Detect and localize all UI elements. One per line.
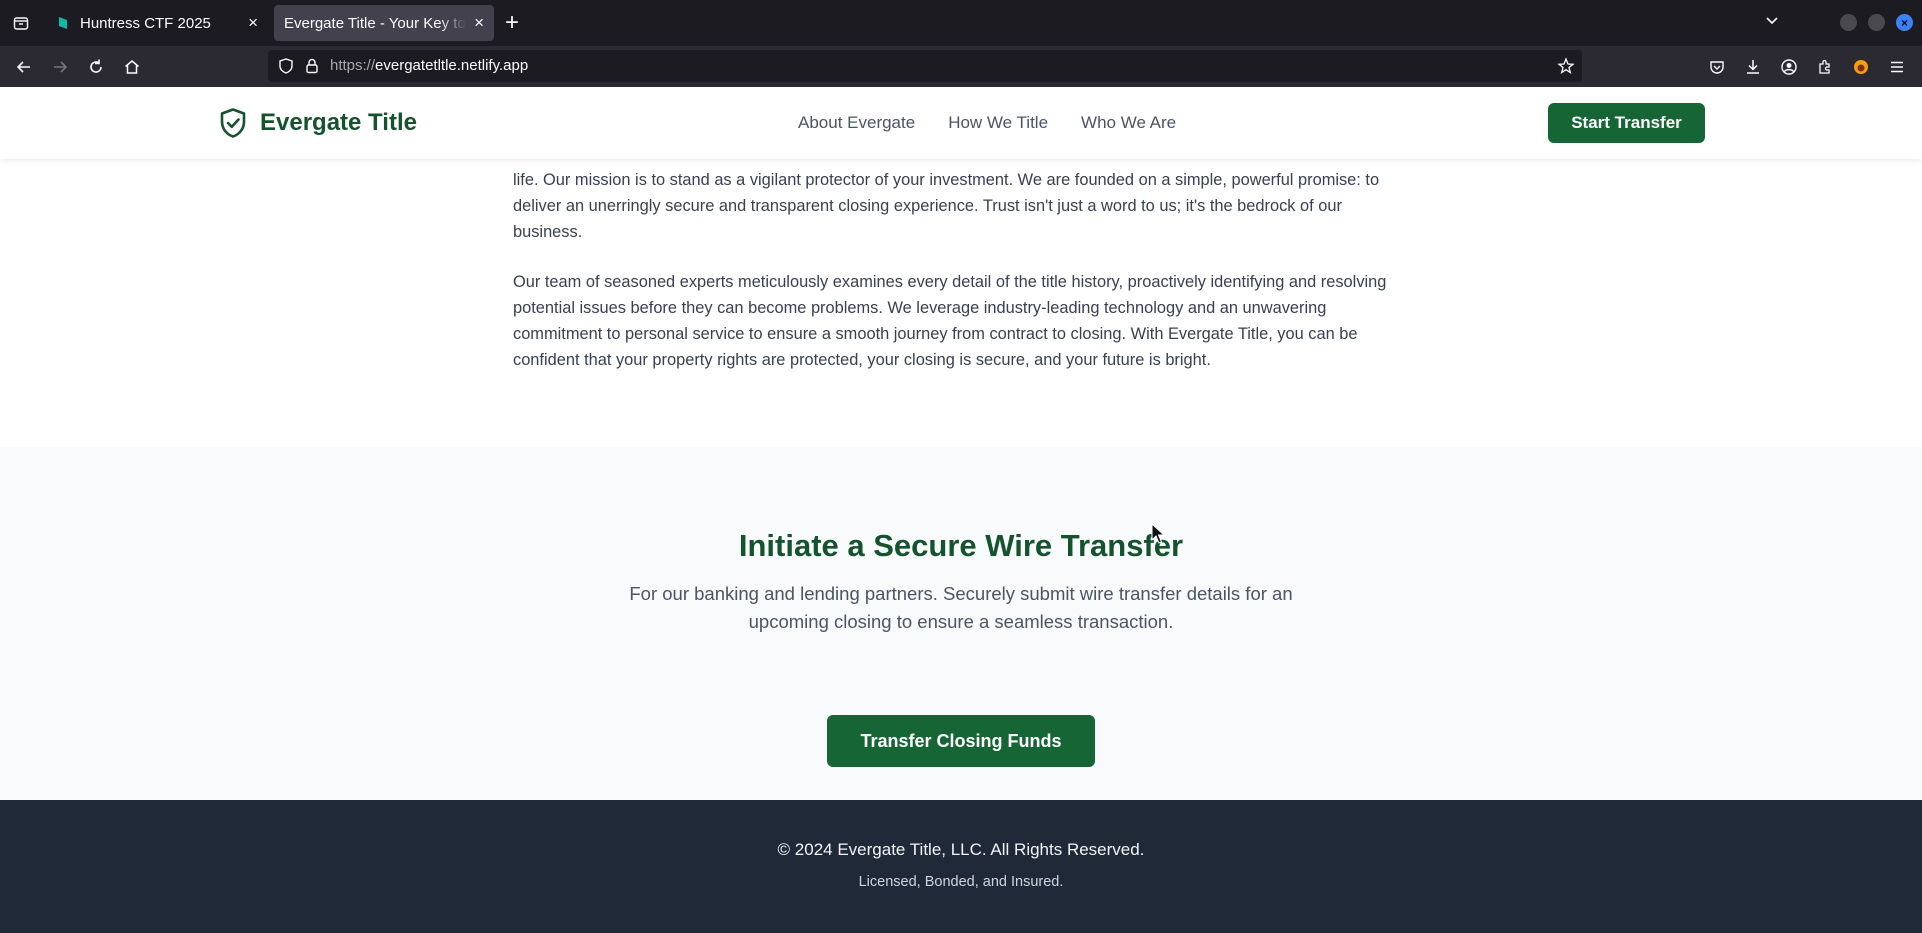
about-section: life. Our mission is to stand as a vigil… xyxy=(513,167,1413,373)
site-logo[interactable]: Evergate Title xyxy=(218,107,417,139)
address-bar[interactable]: https://evergatetltle.netlify.app xyxy=(268,50,1582,82)
close-tab-icon[interactable]: × xyxy=(248,13,258,33)
window-minimize-button[interactable] xyxy=(1840,14,1857,31)
bookmark-star-icon[interactable] xyxy=(1556,56,1576,76)
url-scheme: https:// xyxy=(330,57,376,74)
chevron-down-icon[interactable] xyxy=(1764,12,1780,33)
url-host: evergatetltle.netlify.app xyxy=(375,57,529,74)
start-transfer-button[interactable]: Start Transfer xyxy=(1548,103,1705,143)
site-header: Evergate Title About Evergate How We Tit… xyxy=(0,87,1922,159)
lock-icon[interactable] xyxy=(302,56,322,76)
extension-fox-icon[interactable] xyxy=(1851,57,1871,77)
tab-title: Evergate Title - Your Key to a xyxy=(284,14,467,32)
extensions-icon[interactable] xyxy=(1815,57,1835,77)
brand-name: Evergate Title xyxy=(260,109,417,136)
nav-link-who-we-are[interactable]: Who We Are xyxy=(1081,113,1176,133)
main-nav: About Evergate How We Title Who We Are xyxy=(798,113,1176,133)
nav-link-about[interactable]: About Evergate xyxy=(798,113,915,133)
new-tab-button[interactable]: + xyxy=(505,9,519,37)
window-maximize-button[interactable] xyxy=(1868,14,1885,31)
browser-toolbar: https://evergatetltle.netlify.app xyxy=(0,46,1922,87)
close-tab-icon[interactable]: × xyxy=(474,13,484,33)
window-close-button[interactable]: × xyxy=(1896,14,1913,31)
back-arrow-icon[interactable] xyxy=(14,57,34,77)
nav-link-how-we-title[interactable]: How We Title xyxy=(948,113,1048,133)
site-footer: © 2024 Evergate Title, LLC. All Rights R… xyxy=(0,800,1922,933)
transfer-closing-funds-button[interactable]: Transfer Closing Funds xyxy=(827,715,1095,767)
list-all-tabs-icon[interactable] xyxy=(0,0,42,46)
shield-check-icon xyxy=(220,108,246,138)
footer-copyright: © 2024 Evergate Title, LLC. All Rights R… xyxy=(777,840,1145,859)
wire-transfer-section: Initiate a Secure Wire Transfer For our … xyxy=(0,447,1922,800)
mouse-cursor-icon xyxy=(1151,523,1166,544)
browser-tab-huntress[interactable]: Huntress CTF 2025 × xyxy=(46,5,268,41)
pocket-icon[interactable] xyxy=(1707,57,1727,77)
url-text[interactable]: https://evergatetltle.netlify.app xyxy=(330,57,528,74)
page-viewport: Evergate Title About Evergate How We Tit… xyxy=(0,87,1922,933)
footer-tagline: Licensed, Bonded, and Insured. xyxy=(858,874,1064,890)
home-icon[interactable] xyxy=(122,57,142,77)
wire-section-description: For our banking and lending partners. Se… xyxy=(629,583,1293,632)
forward-arrow-icon xyxy=(50,57,70,77)
downloads-icon[interactable] xyxy=(1743,57,1763,77)
about-paragraph: life. Our mission is to stand as a vigil… xyxy=(513,171,1380,241)
about-paragraph: Our team of seasoned experts meticulousl… xyxy=(513,273,1387,369)
account-icon[interactable] xyxy=(1779,57,1799,77)
tab-title: Huntress CTF 2025 xyxy=(80,14,211,32)
hamburger-menu-icon[interactable] xyxy=(1887,57,1907,77)
browser-tab-bar: Huntress CTF 2025 × Evergate Title - You… xyxy=(0,0,1922,46)
tracking-shield-icon[interactable] xyxy=(276,56,296,76)
browser-tab-evergate[interactable]: Evergate Title - Your Key to a × xyxy=(274,5,494,41)
huntress-favicon-icon xyxy=(59,17,67,29)
reload-icon[interactable] xyxy=(86,57,106,77)
wire-section-title: Initiate a Secure Wire Transfer xyxy=(738,528,1184,563)
